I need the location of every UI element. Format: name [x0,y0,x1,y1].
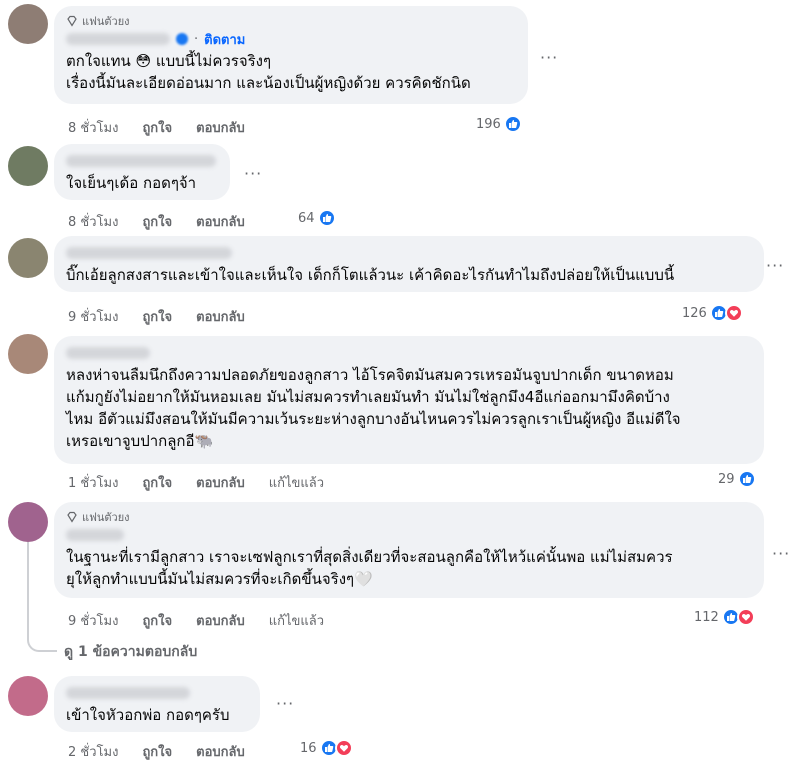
comment-text: เข้าใจหัวอกพ่อ กอดๆครับ [66,706,230,724]
love-icon [724,304,743,322]
author-row [66,244,752,262]
comment-bubble: แฟนตัวยง · ติดตาม ตกใจแทน 😳 แบบนี้ไม่ควร… [54,6,528,104]
comment-bubble: ใจเย็นๆเด้อ กอดๆจ้า [54,144,230,200]
reply-connector [27,620,57,652]
avatar[interactable] [8,334,48,374]
timestamp[interactable]: 8 ชั่วโมง [68,117,118,138]
timestamp[interactable]: 2 ชั่วโมง [68,741,118,762]
reply-button[interactable]: ตอบกลับ [196,610,245,631]
comment-actions: 9 ชั่วโมง ถูกใจ ตอบกลับ [68,306,245,327]
more-options-button[interactable]: ··· [766,256,784,275]
author-row: · ติดตาม [66,30,516,48]
comment-text: หลงห่าจนลืมนึกถึงความปลอดภัยของลูกสาว ไอ… [66,366,681,450]
love-icon [736,608,755,626]
reaction-summary[interactable]: 126 [682,304,743,322]
author-row [66,526,752,544]
reaction-count: 112 [694,609,719,625]
like-button[interactable]: ถูกใจ [142,211,172,232]
verified-icon [176,33,188,45]
avatar[interactable] [8,676,48,716]
comment-actions: 1 ชั่วโมง ถูกใจ ตอบกลับ แก้ไขแล้ว [68,472,324,493]
love-icon [334,739,353,757]
comment-bubble: หลงห่าจนลืมนึกถึงความปลอดภัยของลูกสาว ไอ… [54,336,764,464]
author-name[interactable] [66,687,190,699]
reply-button[interactable]: ตอบกลับ [196,472,245,493]
timestamp[interactable]: 9 ชั่วโมง [68,306,118,327]
like-button[interactable]: ถูกใจ [142,117,172,138]
avatar[interactable] [8,146,48,186]
timestamp[interactable]: 1 ชั่วโมง [68,472,118,493]
reaction-count: 196 [476,116,501,132]
reaction-count: 29 [718,471,735,487]
comment-text: ตกใจแทน 😳 แบบนี้ไม่ควรจริงๆ เรื่องนี้มัน… [66,52,471,92]
like-button[interactable]: ถูกใจ [142,472,172,493]
reaction-count: 64 [298,210,315,226]
more-options-button[interactable]: ··· [276,694,294,713]
author-row [66,684,248,702]
comment-actions: 8 ชั่วโมง ถูกใจ ตอบกลับ [68,117,245,138]
follow-button[interactable]: ติดตาม [204,29,245,50]
reaction-summary[interactable]: 64 [298,209,336,227]
like-icon [503,115,522,133]
separator-dot: · [194,31,199,47]
comment-text: ในฐานะที่เรามีลูกสาว เราจะเซฟลูกเราที่สุ… [66,548,673,588]
like-button[interactable]: ถูกใจ [142,741,172,762]
author-name[interactable] [66,33,170,45]
thread-line [27,542,29,622]
diamond-icon [67,511,77,523]
reaction-summary[interactable]: 16 [300,739,353,757]
fan-badge-label: แฟนตัวยง [82,15,130,28]
author-name[interactable] [66,347,150,359]
fan-badge: แฟนตัวยง [66,14,516,28]
like-button[interactable]: ถูกใจ [142,306,172,327]
author-name[interactable] [66,155,216,167]
comment-bubble: บิ๊กเอ้ยลูกสงสารและเข้าใจและเห็นใจ เด็กก… [54,236,764,292]
reaction-summary[interactable]: 112 [694,608,755,626]
avatar[interactable] [8,238,48,278]
avatar[interactable] [8,502,48,542]
reaction-count: 126 [682,305,707,321]
reaction-summary[interactable]: 196 [476,115,522,133]
fan-badge: แฟนตัวยง [66,510,752,524]
comment-text: ใจเย็นๆเด้อ กอดๆจ้า [66,174,197,192]
reaction-count: 16 [300,740,317,756]
comment-bubble: เข้าใจหัวอกพ่อ กอดๆครับ [54,676,260,732]
author-name[interactable] [66,247,232,259]
avatar[interactable] [8,4,48,44]
timestamp[interactable]: 8 ชั่วโมง [68,211,118,232]
like-icon [317,209,336,227]
reply-button[interactable]: ตอบกลับ [196,211,245,232]
comment-actions: 2 ชั่วโมง ถูกใจ ตอบกลับ [68,741,245,762]
edited-label: แก้ไขแล้ว [268,614,325,629]
like-icon [737,470,756,488]
author-row [66,152,218,170]
timestamp[interactable]: 9 ชั่วโมง [68,610,118,631]
more-options-button[interactable]: ··· [244,164,262,183]
comment-actions: 9 ชั่วโมง ถูกใจ ตอบกลับ แก้ไขแล้ว [68,610,324,631]
reply-button[interactable]: ตอบกลับ [196,741,245,762]
comment-text: บิ๊กเอ้ยลูกสงสารและเข้าใจและเห็นใจ เด็กก… [66,266,675,284]
reply-button[interactable]: ตอบกลับ [196,117,245,138]
edited-label: แก้ไขแล้ว [268,476,325,491]
reaction-summary[interactable]: 29 [718,470,756,488]
like-button[interactable]: ถูกใจ [142,610,172,631]
reply-button[interactable]: ตอบกลับ [196,306,245,327]
author-name[interactable] [66,529,124,541]
diamond-icon [67,15,77,27]
comment-actions: 8 ชั่วโมง ถูกใจ ตอบกลับ [68,211,245,232]
author-row [66,344,752,362]
comment-bubble: แฟนตัวยง ในฐานะที่เรามีลูกสาว เราจะเซฟลู… [54,502,764,598]
fan-badge-label: แฟนตัวยง [82,511,130,524]
more-options-button[interactable]: ··· [772,544,790,563]
view-replies-link[interactable]: ดู 1 ข้อความตอบกลับ [64,641,197,663]
more-options-button[interactable]: ··· [540,48,558,67]
